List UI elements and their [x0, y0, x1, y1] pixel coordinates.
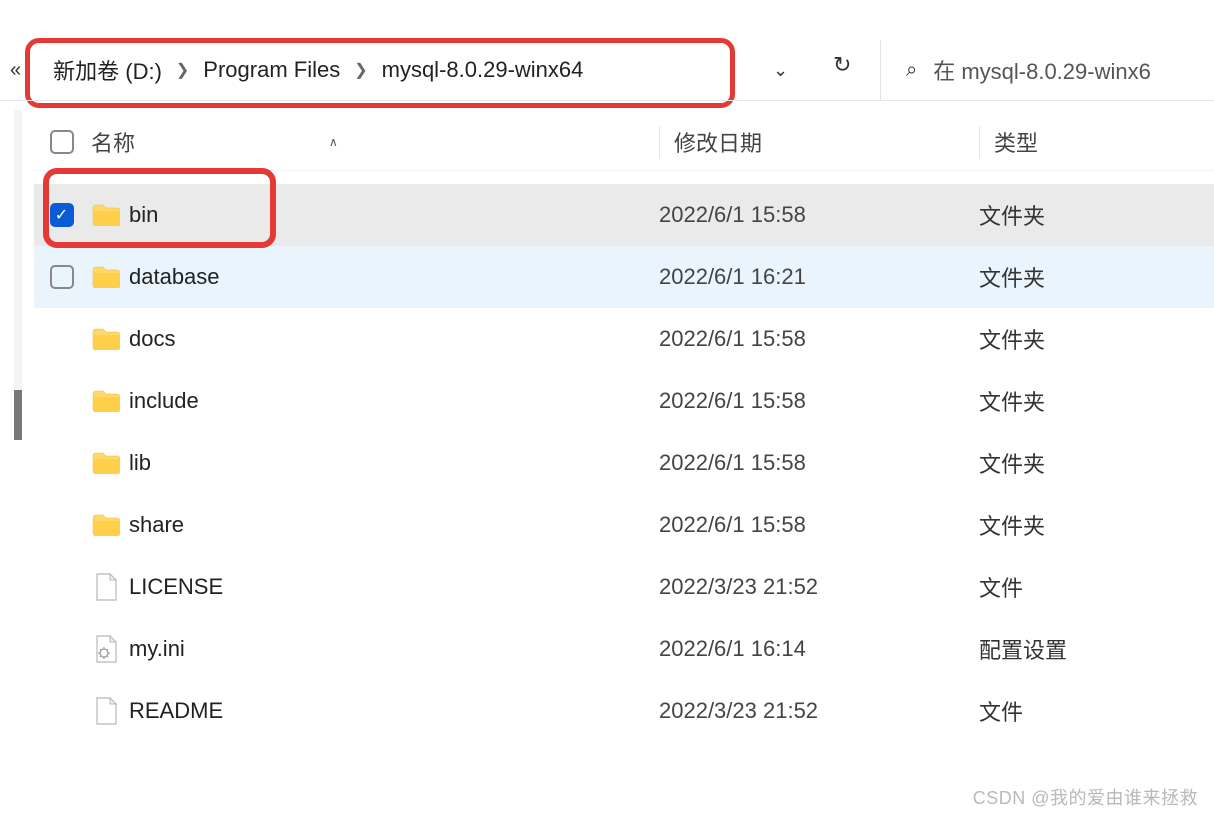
sort-asc-icon: ∧ [329, 135, 338, 149]
file-name: README [123, 698, 659, 724]
search-placeholder: 在 mysql-8.0.29-winx6 [933, 54, 1151, 86]
file-type: 文件夹 [979, 323, 1214, 355]
chevron-down-icon[interactable]: ⌄ [773, 60, 788, 81]
file-type: 文件夹 [979, 447, 1214, 479]
table-row[interactable]: LICENSE 2022/3/23 21:52 文件 [34, 556, 1214, 618]
select-all-checkbox[interactable] [34, 130, 89, 154]
file-type: 文件夹 [979, 199, 1214, 231]
file-type: 文件 [979, 695, 1214, 727]
folder-icon [89, 328, 123, 350]
table-row[interactable]: README 2022/3/23 21:52 文件 [34, 680, 1214, 742]
column-header-name[interactable]: 名称 ∧ [89, 126, 659, 158]
file-date: 2022/6/1 15:58 [659, 202, 979, 228]
file-date: 2022/3/23 21:52 [659, 574, 979, 600]
file-type: 文件夹 [979, 385, 1214, 417]
history-back-icon[interactable]: « [0, 59, 31, 82]
table-row[interactable]: lib 2022/6/1 15:58 文件夹 [34, 432, 1214, 494]
file-date: 2022/6/1 15:58 [659, 388, 979, 414]
folder-icon [89, 514, 123, 536]
folder-icon [89, 266, 123, 288]
divider [34, 170, 1214, 171]
file-type: 文件 [979, 571, 1214, 603]
chevron-right-icon: ❯ [348, 60, 373, 80]
watermark-text: CSDN @我的爱由谁来拯救 [973, 784, 1198, 810]
file-date: 2022/3/23 21:52 [659, 698, 979, 724]
breadcrumb-segment[interactable]: Program Files [199, 55, 344, 85]
config-file-icon [89, 635, 123, 663]
table-row[interactable]: include 2022/6/1 15:58 文件夹 [34, 370, 1214, 432]
table-row[interactable]: ✓ bin 2022/6/1 15:58 文件夹 [34, 184, 1214, 246]
navigation-scrollbar[interactable] [0, 110, 30, 798]
table-row[interactable]: my.ini 2022/6/1 16:14 配置设置 [34, 618, 1214, 680]
file-name: bin [123, 202, 659, 228]
file-name: include [123, 388, 659, 414]
file-icon [89, 697, 123, 725]
file-name: docs [123, 326, 659, 352]
file-date: 2022/6/1 15:58 [659, 450, 979, 476]
file-type: 配置设置 [979, 633, 1214, 665]
column-header-type[interactable]: 类型 [979, 126, 1214, 158]
row-checkbox[interactable]: ✓ [34, 203, 89, 227]
table-row[interactable]: docs 2022/6/1 15:58 文件夹 [34, 308, 1214, 370]
file-date: 2022/6/1 15:58 [659, 512, 979, 538]
file-name: database [123, 264, 659, 290]
file-name: lib [123, 450, 659, 476]
chevron-right-icon: ❯ [170, 60, 195, 80]
file-type: 文件夹 [979, 261, 1214, 293]
column-headers: 名称 ∧ 修改日期 类型 [34, 113, 1214, 171]
file-name: share [123, 512, 659, 538]
breadcrumb-segment[interactable]: mysql-8.0.29-winx64 [378, 55, 588, 85]
divider [0, 100, 1214, 101]
breadcrumb-segment[interactable]: 新加卷 (D:) [49, 52, 166, 88]
search-icon: ⌕ [906, 59, 917, 82]
file-list: ✓ bin 2022/6/1 15:58 文件夹 database 2022/6… [34, 184, 1214, 742]
row-checkbox[interactable] [34, 265, 89, 289]
file-date: 2022/6/1 15:58 [659, 326, 979, 352]
file-name: my.ini [123, 636, 659, 662]
file-date: 2022/6/1 16:21 [659, 264, 979, 290]
file-icon [89, 573, 123, 601]
file-date: 2022/6/1 16:14 [659, 636, 979, 662]
table-row[interactable]: database 2022/6/1 16:21 文件夹 [34, 246, 1214, 308]
file-type: 文件夹 [979, 509, 1214, 541]
folder-icon [89, 204, 123, 226]
file-name: LICENSE [123, 574, 659, 600]
breadcrumb: 新加卷 (D:) ❯ Program Files ❯ mysql-8.0.29-… [41, 52, 587, 88]
folder-icon [89, 452, 123, 474]
table-row[interactable]: share 2022/6/1 15:58 文件夹 [34, 494, 1214, 556]
column-header-date[interactable]: 修改日期 [659, 126, 979, 158]
folder-icon [89, 390, 123, 412]
search-input[interactable]: ⌕ 在 mysql-8.0.29-winx6 [880, 40, 1214, 100]
refresh-icon[interactable]: ↻ [833, 52, 851, 78]
